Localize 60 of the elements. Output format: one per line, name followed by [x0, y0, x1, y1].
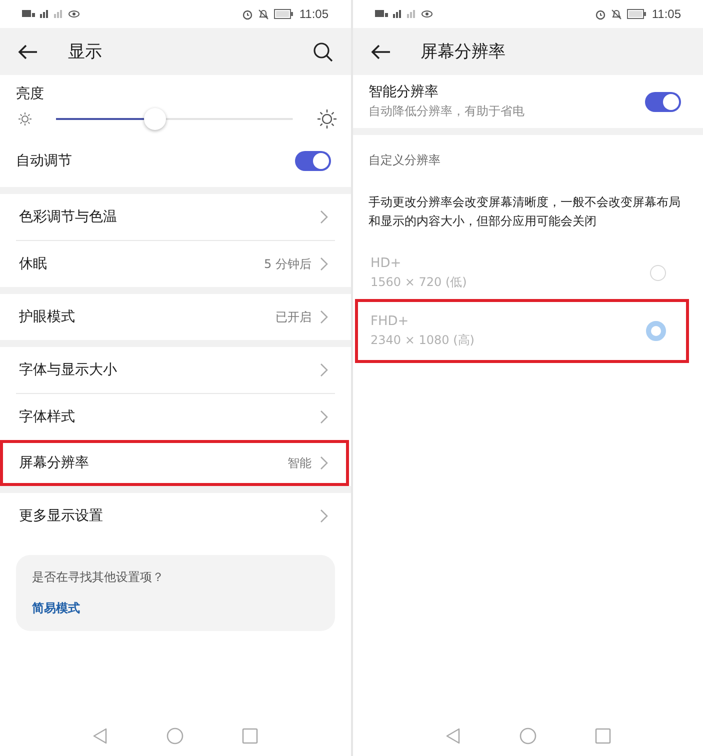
recents-nav-icon[interactable] [594, 728, 611, 744]
row-label: 字体与显示大小 [19, 361, 118, 379]
row-value: 已开启 [276, 308, 312, 326]
muted-bell-icon [610, 8, 622, 20]
settings-row[interactable]: 护眼模式 已开启 [0, 294, 348, 340]
row-label: 护眼模式 [19, 308, 76, 326]
battery-icon [626, 9, 647, 19]
chevron-icon [320, 257, 328, 271]
chevron-icon [320, 410, 328, 424]
slider-thumb[interactable] [144, 108, 166, 130]
settings-row[interactable]: 休眠 5 分钟后 [0, 241, 348, 287]
row-label: 色彩调节与色温 [19, 208, 118, 226]
brightness-label: 亮度 [15, 85, 45, 103]
suggestion-question: 是否在寻找其他设置项？ [32, 569, 165, 586]
settings-row[interactable]: 屏幕分辨率 智能 [0, 440, 348, 486]
row-value: 5 分钟后 [264, 256, 312, 272]
search-icon[interactable] [312, 42, 332, 62]
option-name: HD+ [370, 256, 402, 270]
settings-row[interactable]: 字体样式 [0, 394, 348, 440]
chevron-icon [320, 509, 328, 523]
page-title: 显示 [68, 41, 103, 63]
battery-icon [274, 9, 294, 19]
description-text: 手动更改分辨率会改变屏幕清晰度，一般不会改变屏幕布局和显示的内容大小，但部分应用可能会关闭 [368, 194, 682, 230]
back-arrow-icon[interactable] [370, 44, 390, 60]
smart-resolution-subtitle: 自动降低分辨率，有助于省电 [368, 103, 524, 120]
alarm-icon [242, 8, 254, 20]
chevron-icon [320, 456, 328, 470]
settings-row[interactable]: 色彩调节与色温 [0, 194, 348, 240]
sun-large-icon [316, 109, 336, 129]
chevron-icon [320, 310, 328, 324]
row-value: 智能 [288, 454, 312, 472]
smart-resolution-label: 智能分辨率 [368, 83, 440, 101]
row-label: 字体样式 [19, 408, 76, 426]
row-label: 休眠 [19, 255, 48, 273]
row-label: 更多显示设置 [19, 507, 104, 525]
back-arrow-icon[interactable] [18, 44, 38, 60]
option-name: FHD+ [370, 314, 410, 328]
status-time: 11:05 [652, 7, 681, 21]
chevron-icon [320, 363, 328, 377]
settings-row[interactable]: 字体与显示大小 [0, 347, 348, 393]
auto-adjust-label: 自动调节 [16, 152, 72, 170]
back-nav-icon[interactable] [92, 727, 108, 745]
alarm-icon [594, 8, 606, 20]
auto-adjust-toggle[interactable] [294, 151, 330, 171]
option-detail: 2340 × 1080 (高) [370, 332, 474, 348]
home-nav-icon[interactable] [518, 727, 537, 745]
chevron-icon [320, 210, 328, 224]
back-nav-icon[interactable] [444, 727, 461, 745]
home-nav-icon[interactable] [166, 727, 184, 745]
recents-nav-icon[interactable] [242, 728, 258, 744]
section-label: 自定义分辨率 [368, 152, 442, 169]
sun-small-icon [18, 112, 32, 126]
option-detail: 1560 × 720 (低) [370, 274, 467, 290]
settings-row[interactable]: 更多显示设置 [0, 493, 348, 539]
smart-resolution-toggle[interactable] [645, 92, 681, 112]
simple-mode-link[interactable]: 简易模式 [32, 600, 318, 617]
muted-bell-icon [258, 8, 270, 20]
status-time: 11:05 [299, 7, 328, 21]
page-title: 屏幕分辨率 [420, 41, 506, 63]
row-label: 屏幕分辨率 [19, 454, 90, 472]
